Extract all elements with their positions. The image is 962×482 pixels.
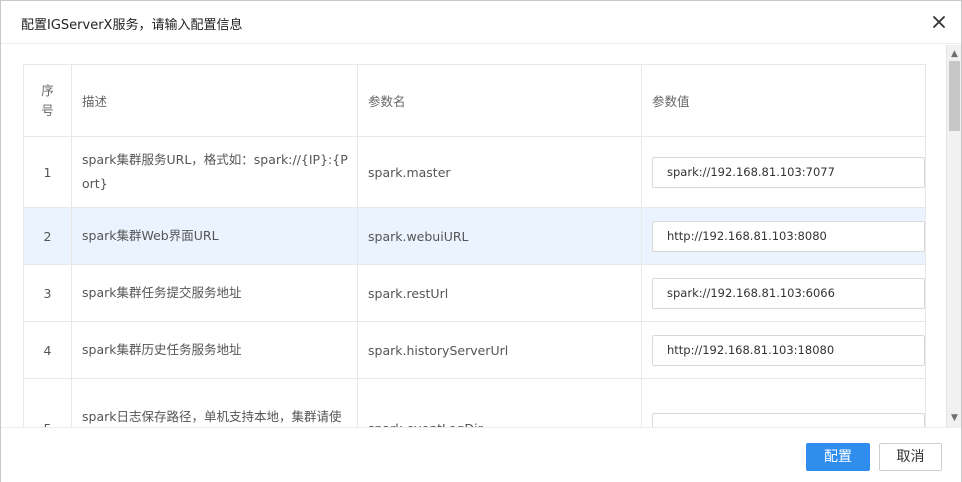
row-description: spark集群Web界面URL (71, 207, 358, 265)
row-index: 5 (23, 378, 72, 427)
row-index: 3 (23, 264, 72, 322)
row-description-text: spark日志保存路径，单机支持本地，集群请使用hdfs路径，如：hdfs://… (82, 408, 342, 424)
row-description-text: spark集群服务URL，格式如：spark://{IP}:{Port} (82, 152, 348, 191)
table-row: 4 spark集群历史任务服务地址 spark.historyServerUrl… (23, 321, 926, 379)
row-index: 4 (23, 321, 72, 379)
dialog-title: 配置IGServerX服务，请输入配置信息 (21, 18, 243, 33)
dialog-footer: 配置 取消 (1, 427, 961, 482)
row-param-name: spark.eventLogDir (357, 378, 642, 427)
row-value-cell: spark://192.168.81.103:7077 (641, 136, 926, 208)
header-description: 描述 (71, 64, 358, 137)
row-value-cell (641, 378, 926, 427)
row-param-name: spark.webuiURL (357, 207, 642, 265)
row-description: spark集群服务URL，格式如：spark://{IP}:{Port} (71, 136, 358, 208)
row-param-name: spark.restUrl (357, 264, 642, 322)
header-param-name: 参数名 (357, 64, 642, 137)
row-param-name: spark.historyServerUrl (357, 321, 642, 379)
header-index-label: 序号 (41, 82, 54, 118)
param-value-input[interactable]: spark://192.168.81.103:6066 (652, 277, 925, 309)
row-param-name: spark.master (357, 136, 642, 208)
row-description: spark集群任务提交服务地址 (71, 264, 358, 322)
row-description-text: spark集群历史任务服务地址 (82, 342, 242, 357)
dialog-header: 配置IGServerX服务，请输入配置信息 (1, 1, 961, 44)
header-index: 序号 (23, 64, 72, 137)
config-dialog: 配置IGServerX服务，请输入配置信息 序号 描述 参数名 参数值 1 sp… (0, 0, 962, 482)
table-row: 5 spark日志保存路径，单机支持本地，集群请使用hdfs路径，如：hdfs:… (23, 378, 926, 427)
table-header-row: 序号 描述 参数名 参数值 (23, 64, 926, 137)
param-value-input[interactable]: http://192.168.81.103:8080 (652, 220, 925, 252)
table-row: 1 spark集群服务URL，格式如：spark://{IP}:{Port} s… (23, 136, 926, 208)
param-value-input[interactable]: http://192.168.81.103:18080 (652, 334, 925, 366)
vertical-scrollbar[interactable]: ▲ ▼ (946, 45, 961, 427)
param-value-input[interactable]: spark://192.168.81.103:7077 (652, 156, 925, 188)
scroll-down-icon[interactable]: ▼ (950, 413, 959, 423)
header-param-value: 参数值 (641, 64, 926, 137)
confirm-button[interactable]: 配置 (806, 443, 870, 471)
table-row: 2 spark集群Web界面URL spark.webuiURL http://… (23, 207, 926, 265)
row-description-text: spark集群Web界面URL (82, 228, 219, 243)
param-value-input[interactable] (652, 413, 925, 427)
row-description: spark集群历史任务服务地址 (71, 321, 358, 379)
table-row: 3 spark集群任务提交服务地址 spark.restUrl spark://… (23, 264, 926, 322)
row-description-text: spark集群任务提交服务地址 (82, 285, 242, 300)
close-icon[interactable] (929, 12, 949, 32)
row-index: 1 (23, 136, 72, 208)
row-index: 2 (23, 207, 72, 265)
scroll-up-icon[interactable]: ▲ (950, 49, 959, 59)
cancel-button[interactable]: 取消 (879, 443, 942, 471)
dialog-body[interactable]: 序号 描述 参数名 参数值 1 spark集群服务URL，格式如：spark:/… (1, 45, 947, 427)
row-value-cell: spark://192.168.81.103:6066 (641, 264, 926, 322)
scroll-thumb[interactable] (949, 61, 960, 131)
config-table: 序号 描述 参数名 参数值 1 spark集群服务URL，格式如：spark:/… (23, 64, 926, 427)
row-value-cell: http://192.168.81.103:18080 (641, 321, 926, 379)
row-value-cell: http://192.168.81.103:8080 (641, 207, 926, 265)
row-description: spark日志保存路径，单机支持本地，集群请使用hdfs路径，如：hdfs://… (71, 378, 358, 427)
